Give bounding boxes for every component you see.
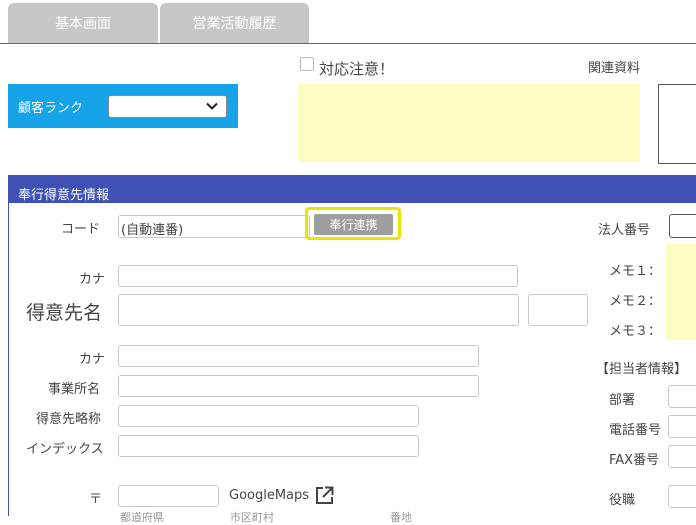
prefecture-label: 都道府県: [120, 511, 164, 524]
bugyo-link-button[interactable]: 奉行連携: [314, 214, 393, 235]
tab-basic[interactable]: 基本画面: [8, 3, 158, 43]
code-label: コード: [61, 222, 101, 237]
customer-rank-select[interactable]: [108, 95, 227, 118]
fax-label: FAX番号: [609, 453, 660, 468]
city-label: 市区町村: [230, 511, 274, 524]
dept-label: 部署: [609, 393, 636, 408]
customer-name-label: 得意先名: [26, 302, 103, 324]
customer-rank-label: 顧客ランク: [18, 101, 84, 116]
customer-suffix-field[interactable]: [528, 294, 588, 326]
memo1-label: メモ１：: [609, 264, 662, 279]
index-field[interactable]: [118, 435, 419, 457]
office-name-label: 事業所名: [48, 382, 101, 397]
memo3-label: メモ３：: [609, 324, 662, 339]
office-kana-field[interactable]: [118, 345, 479, 367]
tab-divider: [0, 43, 696, 44]
phone-field[interactable]: [668, 415, 696, 438]
office-name-field[interactable]: [118, 375, 479, 397]
corp-no-label: 法人番号: [598, 223, 651, 238]
kana-field[interactable]: [118, 265, 518, 287]
corp-no-field[interactable]: [669, 214, 696, 238]
kana-label: カナ: [79, 272, 106, 287]
fax-field[interactable]: [668, 445, 696, 468]
tab-sales-history[interactable]: 営業活動履歴: [160, 3, 309, 43]
postal-label: 〒: [89, 492, 103, 507]
dept-field[interactable]: [668, 385, 696, 408]
street-number-label: 番地: [390, 511, 412, 524]
related-docs-area[interactable]: [658, 84, 696, 164]
short-name-label: 得意先略称: [36, 412, 102, 427]
title-label: 役職: [609, 493, 636, 508]
index-label: インデックス: [26, 442, 104, 457]
office-kana-label: カナ: [79, 352, 106, 367]
external-link-icon[interactable]: [315, 486, 334, 505]
related-docs-label: 関連資料: [588, 61, 641, 76]
memo2-label: メモ２：: [609, 294, 662, 309]
attention-label: 対応注意！: [319, 60, 395, 78]
panel-header: 奉行得意先情報: [8, 175, 696, 203]
memo-area[interactable]: [666, 244, 696, 340]
tab-basic-label: 基本画面: [55, 16, 111, 32]
panel-title: 奉行得意先情報: [18, 188, 110, 203]
code-field[interactable]: (自動連番): [118, 215, 310, 238]
attention-checkbox[interactable]: [300, 57, 314, 71]
short-name-field[interactable]: [118, 405, 419, 427]
customer-name-field[interactable]: [118, 294, 519, 326]
phone-label: 電話番号: [609, 423, 662, 438]
title-field[interactable]: [668, 485, 696, 508]
tab-sales-history-label: 営業活動履歴: [192, 16, 277, 32]
googlemaps-link[interactable]: GoogleMaps: [229, 488, 309, 503]
chevron-down-icon: [206, 102, 218, 110]
contact-heading: 【担当者情報】: [596, 362, 688, 377]
bugyo-link-label: 奉行連携: [329, 218, 378, 232]
customer-rank-box: 顧客ランク: [8, 84, 238, 128]
attention-note-field[interactable]: [298, 84, 640, 162]
code-value: (自動連番): [121, 223, 184, 238]
postal-field[interactable]: [118, 485, 219, 507]
